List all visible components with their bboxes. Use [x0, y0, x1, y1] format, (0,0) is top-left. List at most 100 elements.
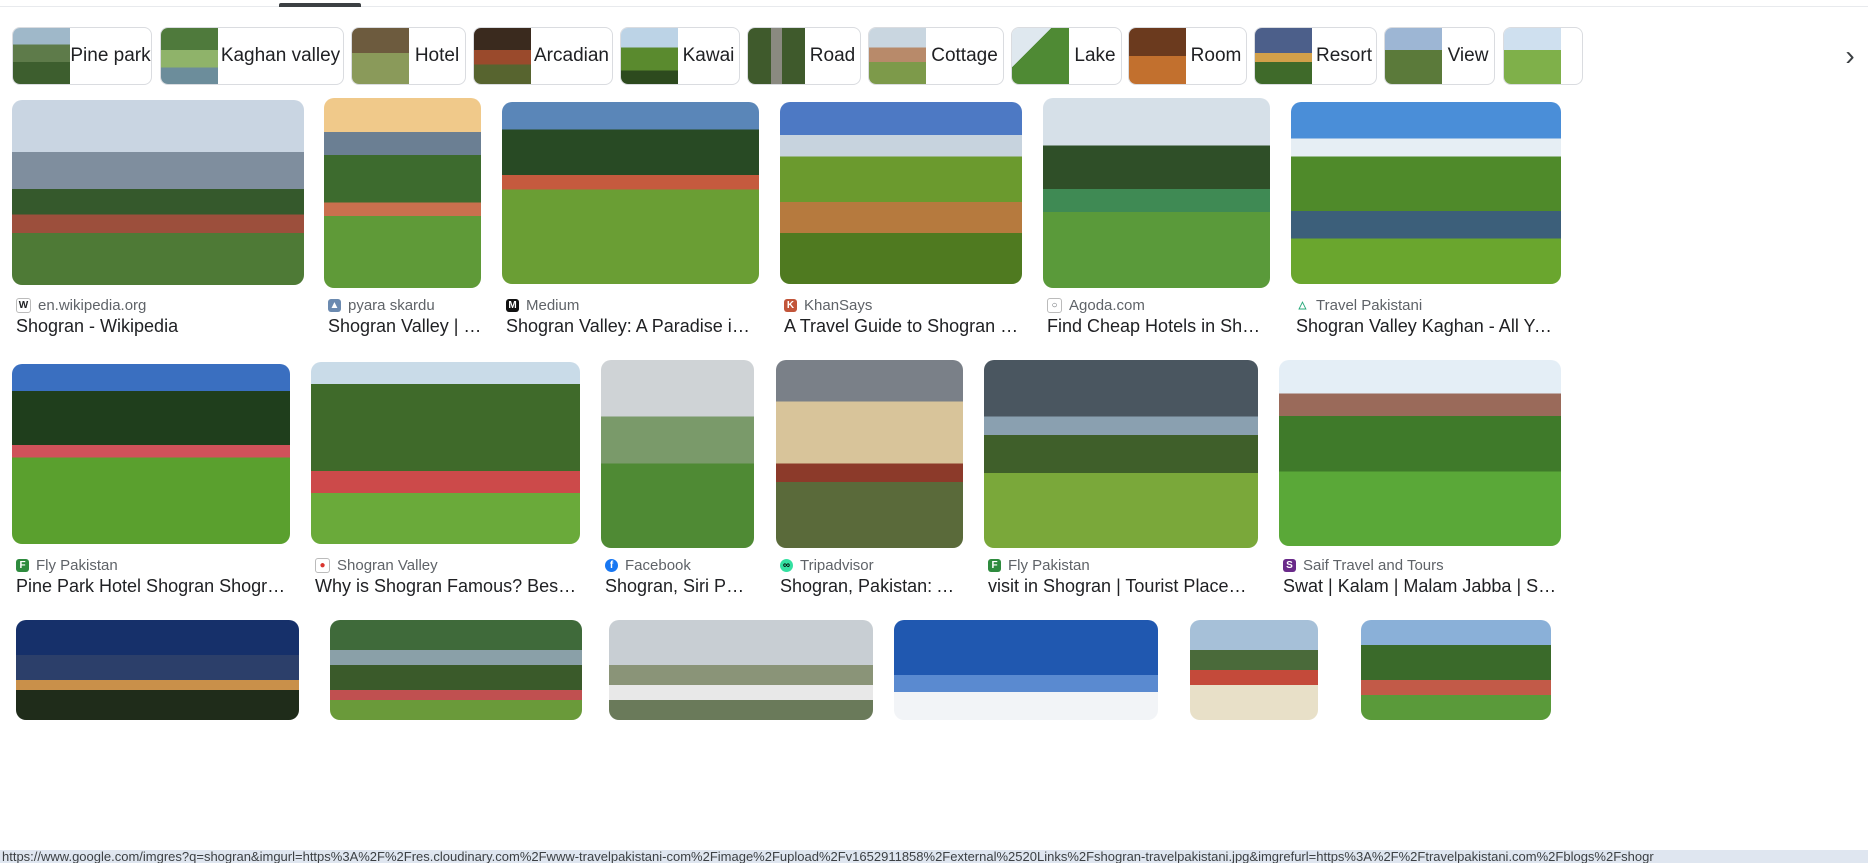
source-name: Tripadvisor — [800, 557, 874, 574]
chip-thumbnail — [748, 28, 805, 84]
chip-hotel[interactable]: Hotel — [351, 27, 466, 85]
chip-cottage[interactable]: Cottage — [868, 27, 1004, 85]
result-title[interactable]: Why is Shogran Famous? Best Time... — [315, 576, 577, 597]
result-title[interactable]: Swat | Kalam | Malam Jabba | Shogra... — [1283, 576, 1558, 597]
medium-icon: M — [506, 299, 519, 312]
chip-thumbnail — [621, 28, 678, 84]
result-image[interactable] — [1361, 620, 1551, 720]
result-title[interactable]: Pine Park Hotel Shogran Shogran Ho... — [16, 576, 288, 597]
result-source: ● Shogran Valley — [315, 557, 438, 574]
result-image[interactable] — [330, 620, 582, 720]
result-image[interactable] — [16, 620, 299, 720]
result-image[interactable] — [12, 100, 304, 285]
chip-view[interactable]: View — [1384, 27, 1495, 85]
chip-thumbnail — [1255, 28, 1312, 84]
result-image[interactable] — [311, 362, 580, 544]
chip-label: Road — [809, 45, 856, 66]
source-name: Travel Pakistani — [1316, 297, 1423, 314]
result-title[interactable]: A Travel Guide to Shogran | Kha... — [784, 316, 1022, 337]
result-title[interactable]: Shogran Valley | Na... — [328, 316, 483, 337]
travel-pakistani-icon: △ — [1296, 299, 1309, 312]
result-image[interactable] — [1190, 620, 1318, 720]
result-source: F Fly Pakistan — [988, 557, 1090, 574]
chip-label: Arcadian — [534, 45, 609, 66]
chip-label: Hotel — [414, 45, 460, 66]
chip-thumbnail — [474, 28, 531, 84]
link-status-bar: https://www.google.com/imgres?q=shogran&… — [0, 850, 1868, 863]
result-title[interactable]: Shogran Valley Kaghan - All You Ne... — [1296, 316, 1558, 337]
source-name: pyara skardu — [348, 297, 435, 314]
source-name: Fly Pakistan — [36, 557, 118, 574]
chip-label: Lake — [1074, 45, 1116, 66]
result-image[interactable] — [780, 102, 1022, 284]
source-name: Agoda.com — [1069, 297, 1145, 314]
chip-thumbnail — [352, 28, 409, 84]
chip-label: Cottage — [931, 45, 998, 66]
agoda-icon: ○ — [1047, 298, 1062, 313]
source-name: Fly Pakistan — [1008, 557, 1090, 574]
result-image[interactable] — [12, 364, 290, 544]
chip-label: Pine park — [70, 45, 151, 66]
pyara-skardu-icon: ▲ — [328, 299, 341, 312]
chip-thumbnail — [1129, 28, 1186, 84]
result-title[interactable]: Shogran, Siri Paye... — [605, 576, 753, 597]
chip-arcadian[interactable]: Arcadian — [473, 27, 613, 85]
source-name: Saif Travel and Tours — [1303, 557, 1444, 574]
result-title[interactable]: Shogran, Pakistan: All Y... — [780, 576, 962, 597]
chip-kaghan-valley[interactable]: Kaghan valley — [160, 27, 344, 85]
result-title[interactable]: Shogran - Wikipedia — [16, 316, 301, 337]
chip-resort[interactable]: Resort — [1254, 27, 1377, 85]
source-name: Facebook — [625, 557, 691, 574]
chip-lake[interactable]: Lake — [1011, 27, 1122, 85]
result-source: ○ Agoda.com — [1047, 297, 1145, 314]
chip-label: Room — [1190, 45, 1242, 66]
result-title[interactable]: visit in Shogran | Tourist Places ... — [988, 576, 1253, 597]
chip-room[interactable]: Room — [1128, 27, 1247, 85]
chip-pine-park[interactable]: Pine park — [12, 27, 152, 85]
source-name: KhanSays — [804, 297, 873, 314]
result-image[interactable] — [502, 102, 759, 284]
result-source: f Facebook — [605, 557, 691, 574]
result-image[interactable] — [324, 98, 481, 288]
result-image[interactable] — [1279, 360, 1561, 546]
chips-fade — [1766, 27, 1826, 87]
source-name: Shogran Valley — [337, 557, 438, 574]
chip-label: Resort — [1316, 45, 1372, 66]
result-image[interactable] — [601, 360, 754, 548]
result-image[interactable] — [984, 360, 1258, 548]
result-source: △ Travel Pakistani — [1296, 297, 1422, 314]
source-name: en.wikipedia.org — [38, 297, 147, 314]
chip-partial[interactable] — [1503, 27, 1583, 85]
result-source: F Fly Pakistan — [16, 557, 118, 574]
result-source: S Saif Travel and Tours — [1283, 557, 1444, 574]
fly-pakistan-icon: F — [988, 559, 1001, 572]
result-source: Wen.wikipedia.org — [16, 297, 146, 314]
facebook-icon: f — [605, 559, 618, 572]
chip-label: View — [1447, 45, 1489, 66]
chip-thumbnail — [161, 28, 218, 84]
chip-kawai[interactable]: Kawai — [620, 27, 740, 85]
chip-thumbnail — [1012, 28, 1069, 84]
result-image[interactable] — [894, 620, 1158, 720]
result-source: ∞ Tripadvisor — [780, 557, 874, 574]
result-source: M Medium — [506, 297, 579, 314]
result-image[interactable] — [1291, 102, 1561, 284]
chip-thumbnail — [869, 28, 926, 84]
result-image[interactable] — [609, 620, 873, 720]
result-image[interactable] — [776, 360, 963, 548]
fly-pakistan-icon: F — [16, 559, 29, 572]
result-title[interactable]: Shogran Valley: A Paradise in Paki... — [506, 316, 758, 337]
result-source: ▲ pyara skardu — [328, 297, 435, 314]
related-searches-bar: Pine park Kaghan valley Hotel Arcadian K… — [12, 27, 1826, 87]
source-name: Medium — [526, 297, 580, 314]
chip-thumbnail — [1385, 28, 1442, 84]
chip-road[interactable]: Road — [747, 27, 861, 85]
khansays-icon: K — [784, 299, 797, 312]
result-source: K KhanSays — [784, 297, 872, 314]
result-image[interactable] — [1043, 98, 1270, 288]
result-title[interactable]: Find Cheap Hotels in Shogran... — [1047, 316, 1269, 337]
tripadvisor-icon: ∞ — [780, 559, 793, 572]
chip-thumbnail — [1504, 28, 1561, 84]
chip-label: Kaghan valley — [220, 45, 341, 66]
chevron-right-icon[interactable]: › — [1838, 40, 1862, 72]
